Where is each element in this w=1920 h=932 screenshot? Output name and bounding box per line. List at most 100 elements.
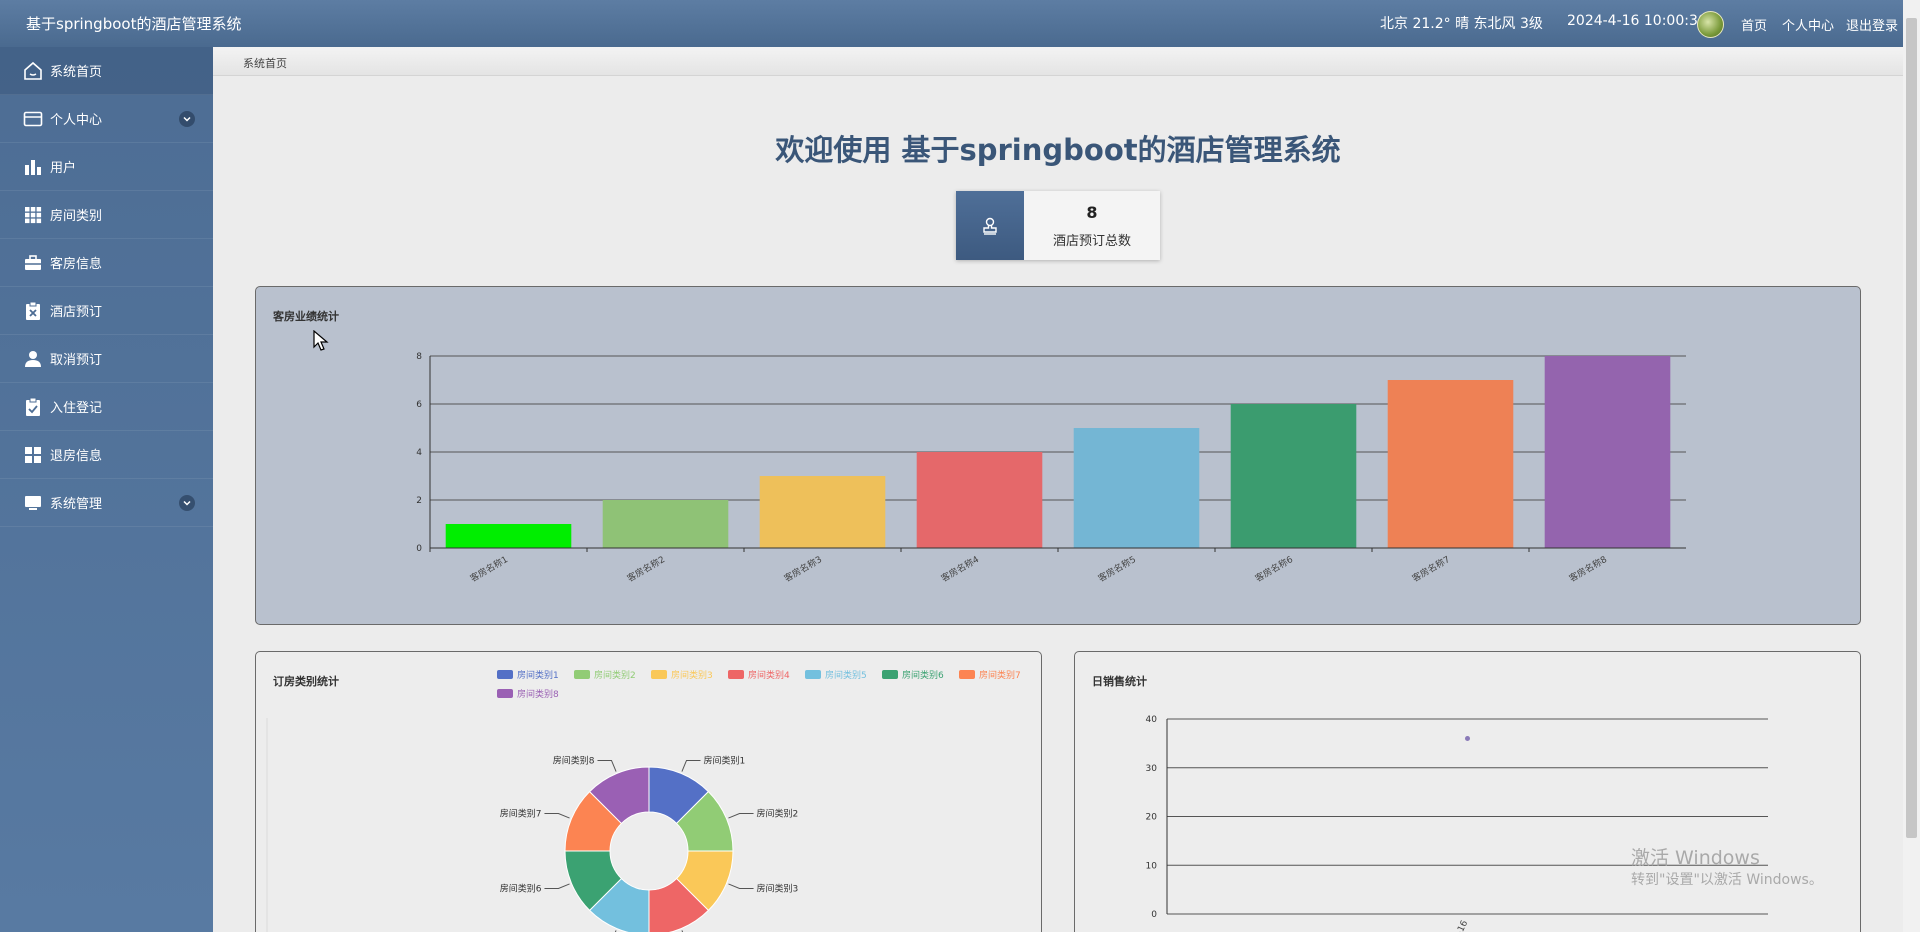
app-title: 基于springboot的酒店管理系统 xyxy=(26,15,242,33)
y-tick-label: 30 xyxy=(1146,764,1158,774)
grid-icon xyxy=(22,204,44,226)
legend-label: 房间类别3 xyxy=(671,669,713,681)
sidebar-item-label: 个人中心 xyxy=(50,113,103,128)
x-tick-label: 客房名称2 xyxy=(625,553,667,584)
legend-swatch xyxy=(497,689,513,698)
page-title: 欢迎使用 基于springboot的酒店管理系统 xyxy=(775,133,1341,167)
label-line xyxy=(728,812,754,819)
y-tick-label: 6 xyxy=(416,400,422,410)
sidebar-item-label: 房间类别 xyxy=(50,209,103,224)
sidebar-item-home[interactable]: 系统首页 xyxy=(0,47,213,95)
legend-swatch xyxy=(728,670,744,679)
breadcrumb[interactable]: 系统首页 xyxy=(243,55,287,71)
bar xyxy=(1544,356,1671,548)
logout-link[interactable]: 退出登录 xyxy=(1846,15,1898,34)
chevron-down-icon[interactable] xyxy=(179,111,195,127)
clipboard-check-icon xyxy=(22,396,44,418)
slice-label: 房间类别7 xyxy=(500,807,542,819)
label-line xyxy=(728,883,754,890)
sidebar-item-cancel-booking[interactable]: 取消预订 xyxy=(0,335,213,383)
sidebar-item-users[interactable]: 用户 xyxy=(0,143,213,191)
sidebar-item-checkin[interactable]: 入住登记 xyxy=(0,383,213,431)
home-icon xyxy=(22,60,44,82)
legend-label: 房间类别1 xyxy=(517,669,559,681)
sidebar-item-room-info[interactable]: 客房信息 xyxy=(0,239,213,287)
room-performance-panel: 客房业绩统计 0 2 4 6 8 客房名称1 客房名称2 客房名称3 客房名称4 客房名称5 客房名… xyxy=(255,286,1861,625)
legend-swatch xyxy=(805,670,821,679)
legend-label: 房间类别7 xyxy=(979,669,1021,681)
stat-value: 8 xyxy=(1086,202,1098,222)
daily-sales-panel: 日销售统计 0 10 20 30 40 -16 xyxy=(1074,651,1861,932)
legend-label: 房间类别5 xyxy=(825,669,867,681)
slice-label: 房间类别8 xyxy=(553,754,595,766)
bar xyxy=(602,500,729,548)
bar xyxy=(1387,380,1514,548)
legend-swatch xyxy=(574,670,590,679)
sidebar-item-room-category[interactable]: 房间类别 xyxy=(0,191,213,239)
sidebar-item-label: 用户 xyxy=(50,161,77,176)
activation-watermark-hint: 转到"设置"以激活 Windows。 xyxy=(1631,872,1823,888)
sidebar-item-label: 系统首页 xyxy=(50,65,103,80)
sidebar-item-label: 退房信息 xyxy=(50,449,103,464)
bar-chart: 0 2 4 6 8 客房名称1 客房名称2 客房名称3 客房名称4 客房名称5 客房名称6 客房名称7… xyxy=(416,352,1686,584)
y-tick-label: 40 xyxy=(1146,715,1158,725)
sidebar-item-label: 取消预订 xyxy=(50,353,103,368)
legend-swatch xyxy=(959,670,975,679)
y-tick-label: 20 xyxy=(1146,813,1158,823)
card-icon xyxy=(22,108,44,130)
bar xyxy=(916,452,1043,548)
page-scrollbar[interactable] xyxy=(1903,0,1920,932)
slice-label: 房间类别6 xyxy=(500,883,542,895)
slice-label: 房间类别2 xyxy=(757,807,799,819)
avatar[interactable] xyxy=(1697,11,1724,38)
y-tick-label: 0 xyxy=(1151,910,1157,920)
sidebar-item-system[interactable]: 系统管理 xyxy=(0,479,213,527)
briefcase-icon xyxy=(22,252,44,274)
sidebar-item-label: 入住登记 xyxy=(50,401,103,416)
legend-label: 房间类别2 xyxy=(594,669,636,681)
sidebar-item-checkout[interactable]: 退房信息 xyxy=(0,431,213,479)
mouse-cursor-icon xyxy=(313,330,329,351)
y-tick-label: 4 xyxy=(416,448,422,458)
x-tick-label: 客房名称3 xyxy=(782,553,824,584)
top-bar: 基于springboot的酒店管理系统 北京 21.2° 晴 东北风 3级 20… xyxy=(0,0,1920,47)
breadcrumb-bar: 系统首页 xyxy=(213,47,1903,76)
x-tick-label: 客房名称5 xyxy=(1096,553,1138,584)
sidebar-item-profile[interactable]: 个人中心 xyxy=(0,95,213,143)
bar xyxy=(445,524,572,548)
bar xyxy=(759,476,886,548)
clipboard-x-icon xyxy=(22,300,44,322)
sidebar-item-label: 客房信息 xyxy=(50,257,103,272)
weather-info: 北京 21.2° 晴 东北风 3级 xyxy=(1380,16,1543,32)
home-link[interactable]: 首页 xyxy=(1741,15,1767,34)
daily-sales-chart: 0 10 20 30 40 -16 xyxy=(1146,715,1768,932)
activation-watermark: 激活 Windows xyxy=(1631,847,1760,869)
label-line xyxy=(544,812,570,819)
slice-label: 房间类别1 xyxy=(704,754,746,766)
chevron-down-icon[interactable] xyxy=(179,495,195,511)
x-tick-label: 客房名称8 xyxy=(1567,553,1609,584)
x-tick-label: -16 xyxy=(1455,919,1470,932)
current-datetime: 2024-4-16 10:00:30 xyxy=(1567,13,1707,29)
pie-chart: 房间类别1 房间类别2 房间类别3 房间类别4 房间类别5 房间类别6 房间类别7 房间类别8… xyxy=(266,669,1021,932)
slice-label: 房间类别3 xyxy=(757,883,799,895)
profile-link[interactable]: 个人中心 xyxy=(1782,15,1834,34)
label-line xyxy=(681,759,701,772)
booking-total-card: 8 酒店预订总数 xyxy=(956,191,1160,260)
stamp-icon xyxy=(983,217,997,235)
scrollbar-thumb[interactable] xyxy=(1906,18,1917,838)
bar-chart-icon xyxy=(22,156,44,178)
bar xyxy=(1073,428,1200,548)
sidebar-item-label: 系统管理 xyxy=(50,497,103,512)
legend-label: 房间类别8 xyxy=(517,688,559,700)
legend-swatch xyxy=(497,670,513,679)
x-tick-label: 客房名称6 xyxy=(1253,553,1295,584)
data-point xyxy=(1465,736,1470,741)
y-tick-label: 10 xyxy=(1146,861,1158,871)
monitor-icon xyxy=(22,492,44,514)
tiles-icon xyxy=(22,444,44,466)
sidebar-item-booking[interactable]: 酒店预订 xyxy=(0,287,213,335)
legend-label: 房间类别6 xyxy=(902,669,944,681)
stat-label: 酒店预订总数 xyxy=(1052,233,1131,249)
legend-label: 房间类别4 xyxy=(748,669,790,681)
